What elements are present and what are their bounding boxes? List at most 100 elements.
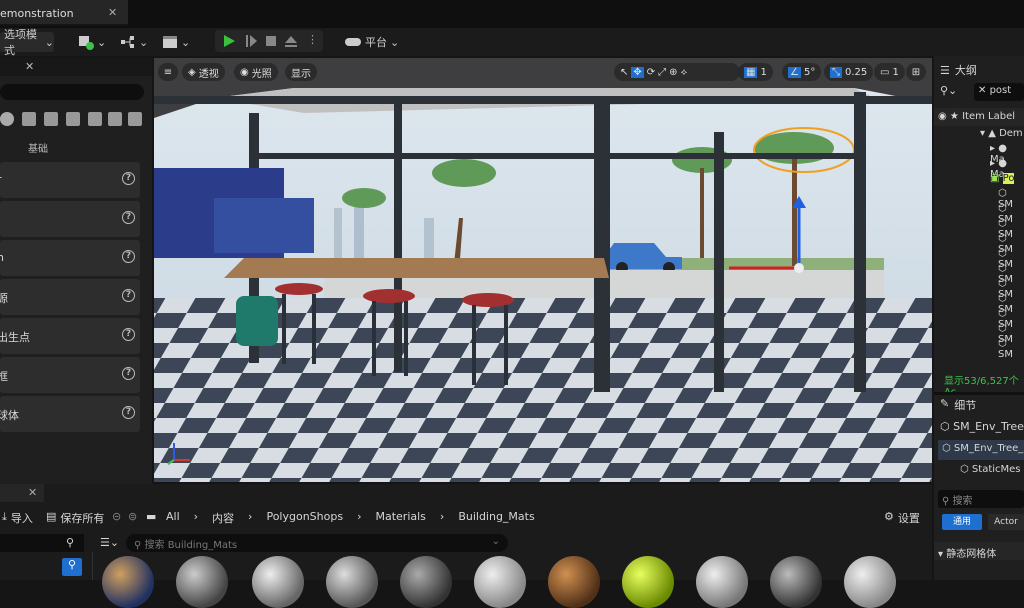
- cube-icon[interactable]: [108, 112, 122, 126]
- help-icon[interactable]: ?: [122, 250, 135, 263]
- search-input[interactable]: [0, 84, 144, 100]
- search-icon: ⚲: [66, 536, 75, 549]
- material-thumbnail[interactable]: [102, 556, 154, 608]
- content-tab[interactable]: ✕: [0, 484, 44, 502]
- static-mesh-section[interactable]: ▾ 静态网格体: [934, 542, 1024, 560]
- level-viewport[interactable]: ≡ ◈ 透视 ◉ 光照 显示 ↖ ✥ ⟳ ⤢ ⊕ ⟡ ▦ 1 ∠ 5° ⤡ 0.25 ▭ 1…: [154, 58, 932, 482]
- outliner-title: 大纲: [954, 64, 977, 77]
- details-search-input[interactable]: ⚲ 搜索: [938, 490, 1024, 508]
- settings-button[interactable]: ⚙ 设置: [884, 510, 920, 526]
- import-button[interactable]: ⤓ 导入: [2, 510, 33, 526]
- tab-general[interactable]: 通用: [942, 514, 982, 530]
- material-thumbnail[interactable]: [252, 556, 304, 608]
- static-mesh-row[interactable]: ⬡ StaticMes: [960, 464, 1021, 475]
- outliner-header: ☰ 大纲: [940, 62, 977, 78]
- camera-speed-button[interactable]: ▭ 1: [874, 63, 905, 81]
- asset-search-input[interactable]: ⚲ 搜索 Building_Mats ⌄: [126, 534, 508, 552]
- material-thumbnail[interactable]: [400, 556, 452, 608]
- filter-icon[interactable]: ☰⌄: [100, 536, 119, 549]
- list-item[interactable]: 出生点?: [0, 318, 140, 354]
- close-icon[interactable]: ✕: [108, 6, 117, 19]
- layout-icon: ⊞: [911, 66, 921, 78]
- list-item[interactable]: 球体?: [0, 396, 140, 432]
- material-thumbnail[interactable]: [474, 556, 526, 608]
- show-button[interactable]: 显示: [285, 63, 317, 81]
- folder-icon[interactable]: ▬: [146, 510, 156, 523]
- outliner-tree: ▾ ▲ Dem ▸ ● Ma ▸ ● Ma ▣ Po ⬡ SM ⬡ SM ⬡ S…: [934, 128, 1024, 368]
- save-icon: ▤: [46, 510, 57, 523]
- search-icon: ⚲: [942, 496, 950, 507]
- scale-snap-toggle[interactable]: ⤡ 0.25: [824, 63, 874, 81]
- list-item[interactable]: r?: [0, 162, 140, 198]
- play-icon[interactable]: [221, 33, 237, 49]
- help-icon[interactable]: ?: [122, 211, 135, 224]
- blueprint-button[interactable]: ⌄: [120, 32, 148, 52]
- filter-icon[interactable]: ⚲⌄: [940, 84, 957, 97]
- tree-row[interactable]: ⬡ SM: [998, 338, 1024, 360]
- chevron-down-icon: ⌄: [44, 35, 54, 49]
- surface-snap-icon[interactable]: ⟡: [681, 67, 688, 78]
- source-search-input[interactable]: ⚲: [0, 534, 84, 552]
- stop-icon[interactable]: [263, 33, 279, 49]
- scene-render: [154, 58, 932, 482]
- list-item[interactable]: 框?: [0, 357, 140, 393]
- material-thumbnail[interactable]: [844, 556, 896, 608]
- list-item[interactable]: 源?: [0, 279, 140, 315]
- add-actor-button[interactable]: ⌄: [78, 32, 106, 52]
- lit-button[interactable]: ◉ 光照: [234, 63, 278, 81]
- forward-icon[interactable]: ⊜: [128, 510, 137, 523]
- move-icon[interactable]: ✥: [631, 66, 644, 78]
- rotation-snap-toggle[interactable]: ∠ 5°: [782, 63, 822, 81]
- material-thumbnail[interactable]: [326, 556, 378, 608]
- all-classes-icon[interactable]: [128, 112, 142, 126]
- search-icon[interactable]: ⚲: [62, 558, 82, 576]
- tree-row-selected[interactable]: ▣ Po: [990, 173, 1015, 184]
- clapper-icon[interactable]: [22, 112, 36, 126]
- list-item[interactable]: n?: [0, 240, 140, 276]
- cinematics-button[interactable]: ⌄: [162, 32, 190, 52]
- outliner-search-input[interactable]: ✕ post: [974, 83, 1024, 101]
- world-icon[interactable]: ⊕: [669, 67, 677, 78]
- list-item[interactable]: ?: [0, 201, 140, 237]
- perspective-button[interactable]: ◈ 透视: [182, 63, 225, 81]
- hamburger-icon: ≡: [163, 66, 173, 78]
- level-tab[interactable]: emonstration ✕: [0, 0, 128, 26]
- help-icon[interactable]: ?: [122, 406, 135, 419]
- grid-snap-toggle[interactable]: ▦ 1: [738, 63, 773, 81]
- component-row[interactable]: ⬡ SM_Env_Tree_: [938, 440, 1024, 460]
- more-options-icon[interactable]: ⋮: [307, 33, 318, 46]
- help-icon[interactable]: ?: [122, 289, 135, 302]
- material-thumbnail[interactable]: [176, 556, 228, 608]
- shape-icon[interactable]: [0, 112, 14, 126]
- import-icon: ⤓: [2, 510, 7, 523]
- select-icon[interactable]: ↖: [620, 67, 628, 78]
- step-icon[interactable]: [243, 33, 259, 49]
- column-header[interactable]: ◉ ★ Item Label: [934, 108, 1024, 126]
- material-thumbnail[interactable]: [622, 556, 674, 608]
- layout-button[interactable]: ⊞: [906, 63, 926, 81]
- angle-icon: ∠: [788, 66, 801, 78]
- eject-icon[interactable]: [283, 33, 299, 49]
- mode-selector[interactable]: 选项模式 ⌄: [0, 28, 54, 57]
- help-icon[interactable]: ?: [122, 328, 135, 341]
- material-thumbnail[interactable]: [696, 556, 748, 608]
- close-icon[interactable]: ✕: [25, 60, 34, 73]
- light-icon[interactable]: [44, 112, 58, 126]
- scale-icon[interactable]: ⤢: [658, 67, 666, 78]
- divider: [92, 552, 93, 580]
- section-label: 基础: [28, 144, 48, 155]
- material-thumbnail[interactable]: [770, 556, 822, 608]
- tree-row[interactable]: ▾ ▲ Dem: [980, 128, 1023, 139]
- help-icon[interactable]: ?: [122, 172, 135, 185]
- viewport-menu-button[interactable]: ≡: [158, 63, 178, 81]
- platform-button[interactable]: 平台 ⌄: [344, 32, 399, 52]
- volume-icon[interactable]: [88, 112, 102, 126]
- help-icon[interactable]: ?: [122, 367, 135, 380]
- material-thumbnail[interactable]: [548, 556, 600, 608]
- save-all-button[interactable]: ▤ 保存所有: [46, 510, 104, 526]
- visual-effects-icon[interactable]: [66, 112, 80, 126]
- back-icon[interactable]: ⊝: [112, 510, 121, 523]
- clear-icon[interactable]: ✕: [978, 85, 986, 96]
- tab-actor[interactable]: Actor: [988, 514, 1024, 530]
- rotate-icon[interactable]: ⟳: [647, 67, 655, 78]
